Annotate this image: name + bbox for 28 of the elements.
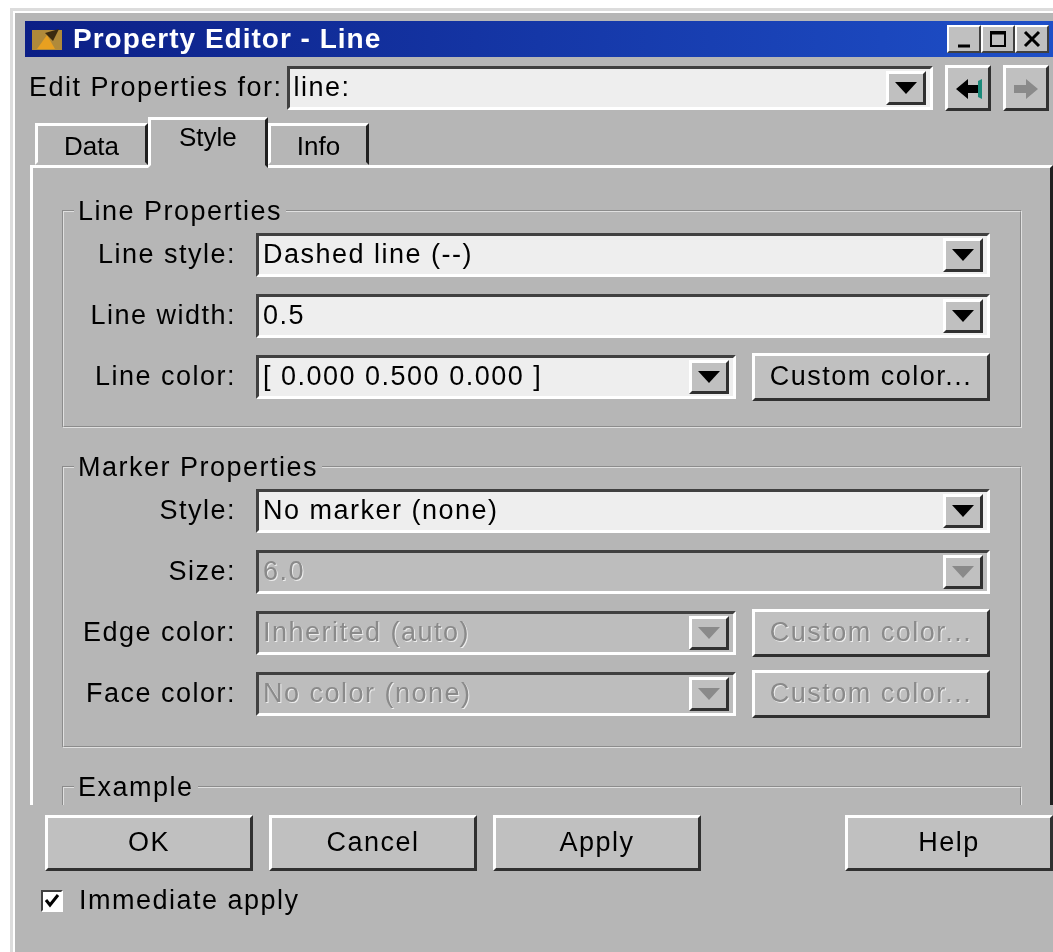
- dropdown-field[interactable]: line:: [286, 66, 933, 110]
- field-label: Face color:: [84, 677, 236, 711]
- dialog-button[interactable]: Cancel: [269, 815, 477, 871]
- tab[interactable]: Info: [267, 122, 370, 165]
- dropdown-field[interactable]: 0.5: [256, 294, 990, 338]
- field-label: Size:: [167, 555, 236, 589]
- field-label: Line color:: [93, 360, 236, 394]
- minimize-icon[interactable]: [947, 25, 981, 53]
- custom-color-button[interactable]: Custom color...: [752, 353, 990, 401]
- field-label: Line width:: [89, 299, 236, 333]
- tab[interactable]: Data: [35, 122, 148, 165]
- dialog-button[interactable]: OK: [45, 815, 253, 871]
- field-label: Style:: [158, 494, 236, 528]
- field-label: Edit Properties for:: [29, 71, 283, 105]
- tab[interactable]: Style: [147, 116, 268, 168]
- nav-back-button[interactable]: [945, 65, 991, 111]
- field-label: Edge color:: [81, 616, 236, 650]
- checkbox-label: Immediate apply: [79, 884, 300, 917]
- maximize-icon[interactable]: [981, 25, 1015, 53]
- dialog-button[interactable]: Apply: [493, 815, 701, 871]
- window-title: Property Editor - Line: [73, 21, 382, 56]
- checkbox[interactable]: [41, 889, 63, 912]
- dropdown-field[interactable]: No marker (none): [256, 489, 990, 533]
- field-label: Line style:: [96, 238, 236, 272]
- dialog-button[interactable]: Help: [845, 815, 1053, 871]
- dropdown-field[interactable]: [ 0.000 0.500 0.000 ]: [256, 355, 736, 399]
- close-icon[interactable]: [1015, 25, 1049, 53]
- dropdown-field[interactable]: Dashed line (--): [256, 233, 990, 277]
